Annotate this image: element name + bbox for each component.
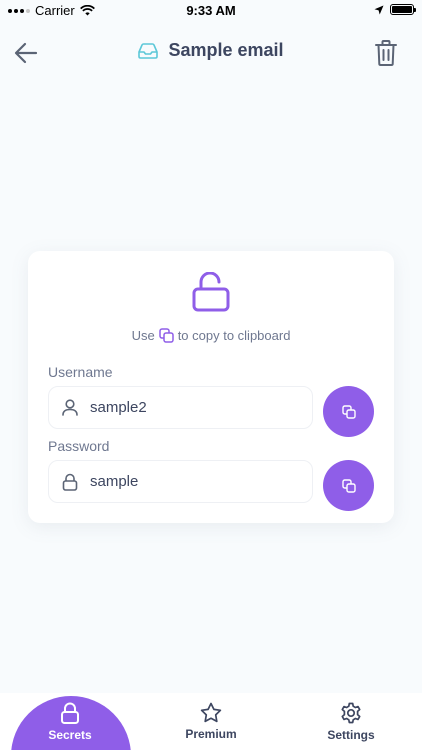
header: Sample email xyxy=(0,28,422,78)
tab-settings-label: Settings xyxy=(327,728,375,742)
page-title: Sample email xyxy=(168,40,284,60)
inbox-icon xyxy=(138,42,159,59)
copy-icon xyxy=(341,478,356,493)
unlocked-padlock-icon xyxy=(192,272,230,312)
battery-icon xyxy=(390,4,416,15)
tab-secrets[interactable]: Secrets xyxy=(0,693,140,750)
lock-icon xyxy=(62,473,78,491)
status-bar: Carrier 9:33 AM xyxy=(0,0,422,22)
title-wrap: Sample email xyxy=(0,40,422,61)
credential-card: Use to copy to clipboard Username sample… xyxy=(28,251,394,523)
hint-suffix: to copy to clipboard xyxy=(177,328,291,343)
star-icon xyxy=(200,702,222,723)
tab-premium[interactable]: Premium xyxy=(141,693,281,750)
username-value: sample2 xyxy=(90,399,147,416)
status-time: 9:33 AM xyxy=(186,3,236,18)
username-label: Username xyxy=(48,364,113,380)
status-right xyxy=(374,4,416,15)
gear-icon xyxy=(341,702,361,724)
copy-icon xyxy=(158,328,174,343)
hint-prefix: Use xyxy=(131,328,155,343)
tab-bar: Secrets Premium Settings xyxy=(0,693,422,750)
delete-button[interactable] xyxy=(372,38,400,68)
password-value: sample xyxy=(90,473,139,490)
tab-settings[interactable]: Settings xyxy=(281,693,421,750)
copy-username-button[interactable] xyxy=(323,386,374,437)
password-field[interactable]: sample xyxy=(48,460,313,503)
trash-icon xyxy=(375,40,397,66)
user-icon xyxy=(62,399,78,416)
copy-password-button[interactable] xyxy=(323,460,374,511)
copy-hint: Use to copy to clipboard xyxy=(28,328,394,343)
copy-icon xyxy=(341,404,356,419)
password-label: Password xyxy=(48,438,110,454)
lock-icon xyxy=(61,702,79,724)
location-arrow-icon xyxy=(374,5,384,14)
tab-secrets-label: Secrets xyxy=(48,728,92,742)
tab-premium-label: Premium xyxy=(185,727,237,741)
username-field[interactable]: sample2 xyxy=(48,386,313,429)
